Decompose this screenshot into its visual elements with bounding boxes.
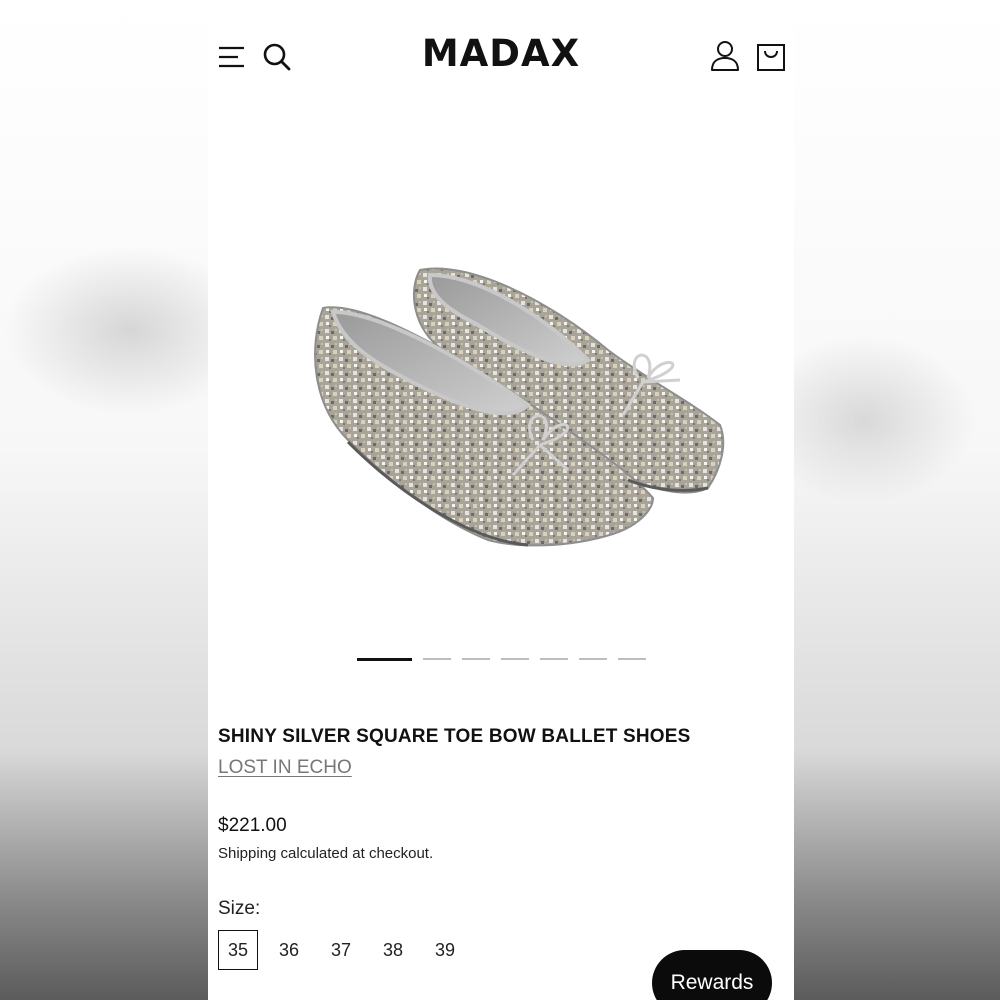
product-page: MADAX SHINY SILVER SQUARE TOE BOW BALLET…: [208, 0, 794, 1000]
cart-icon[interactable]: [756, 40, 786, 72]
size-option-37[interactable]: 37: [321, 930, 361, 970]
product-image[interactable]: [268, 230, 748, 570]
size-label: Size:: [218, 898, 261, 919]
site-header: MADAX: [208, 0, 794, 112]
product-price: $221.00: [218, 815, 287, 836]
rewards-button[interactable]: Rewards: [652, 950, 772, 1000]
background-right: [794, 0, 1000, 1000]
account-icon[interactable]: [710, 40, 740, 72]
brand-logo[interactable]: MADAX: [208, 32, 794, 76]
size-option-35[interactable]: 35: [218, 930, 258, 970]
gallery-dot-6[interactable]: [579, 658, 607, 660]
gallery-dot-1[interactable]: [357, 658, 412, 661]
shipping-note: Shipping calculated at checkout.: [218, 845, 434, 862]
size-option-38[interactable]: 38: [373, 930, 413, 970]
gallery-dot-2[interactable]: [423, 658, 451, 660]
size-option-36[interactable]: 36: [269, 930, 309, 970]
size-option-39[interactable]: 39: [425, 930, 465, 970]
gallery-dot-7[interactable]: [618, 658, 646, 660]
gallery-dot-4[interactable]: [501, 658, 529, 660]
product-title: SHINY SILVER SQUARE TOE BOW BALLET SHOES: [218, 726, 691, 747]
background-left: [0, 0, 208, 1000]
gallery-dot-5[interactable]: [540, 658, 568, 660]
vendor-link[interactable]: LOST IN ECHO: [218, 757, 352, 779]
gallery-dot-3[interactable]: [462, 658, 490, 660]
